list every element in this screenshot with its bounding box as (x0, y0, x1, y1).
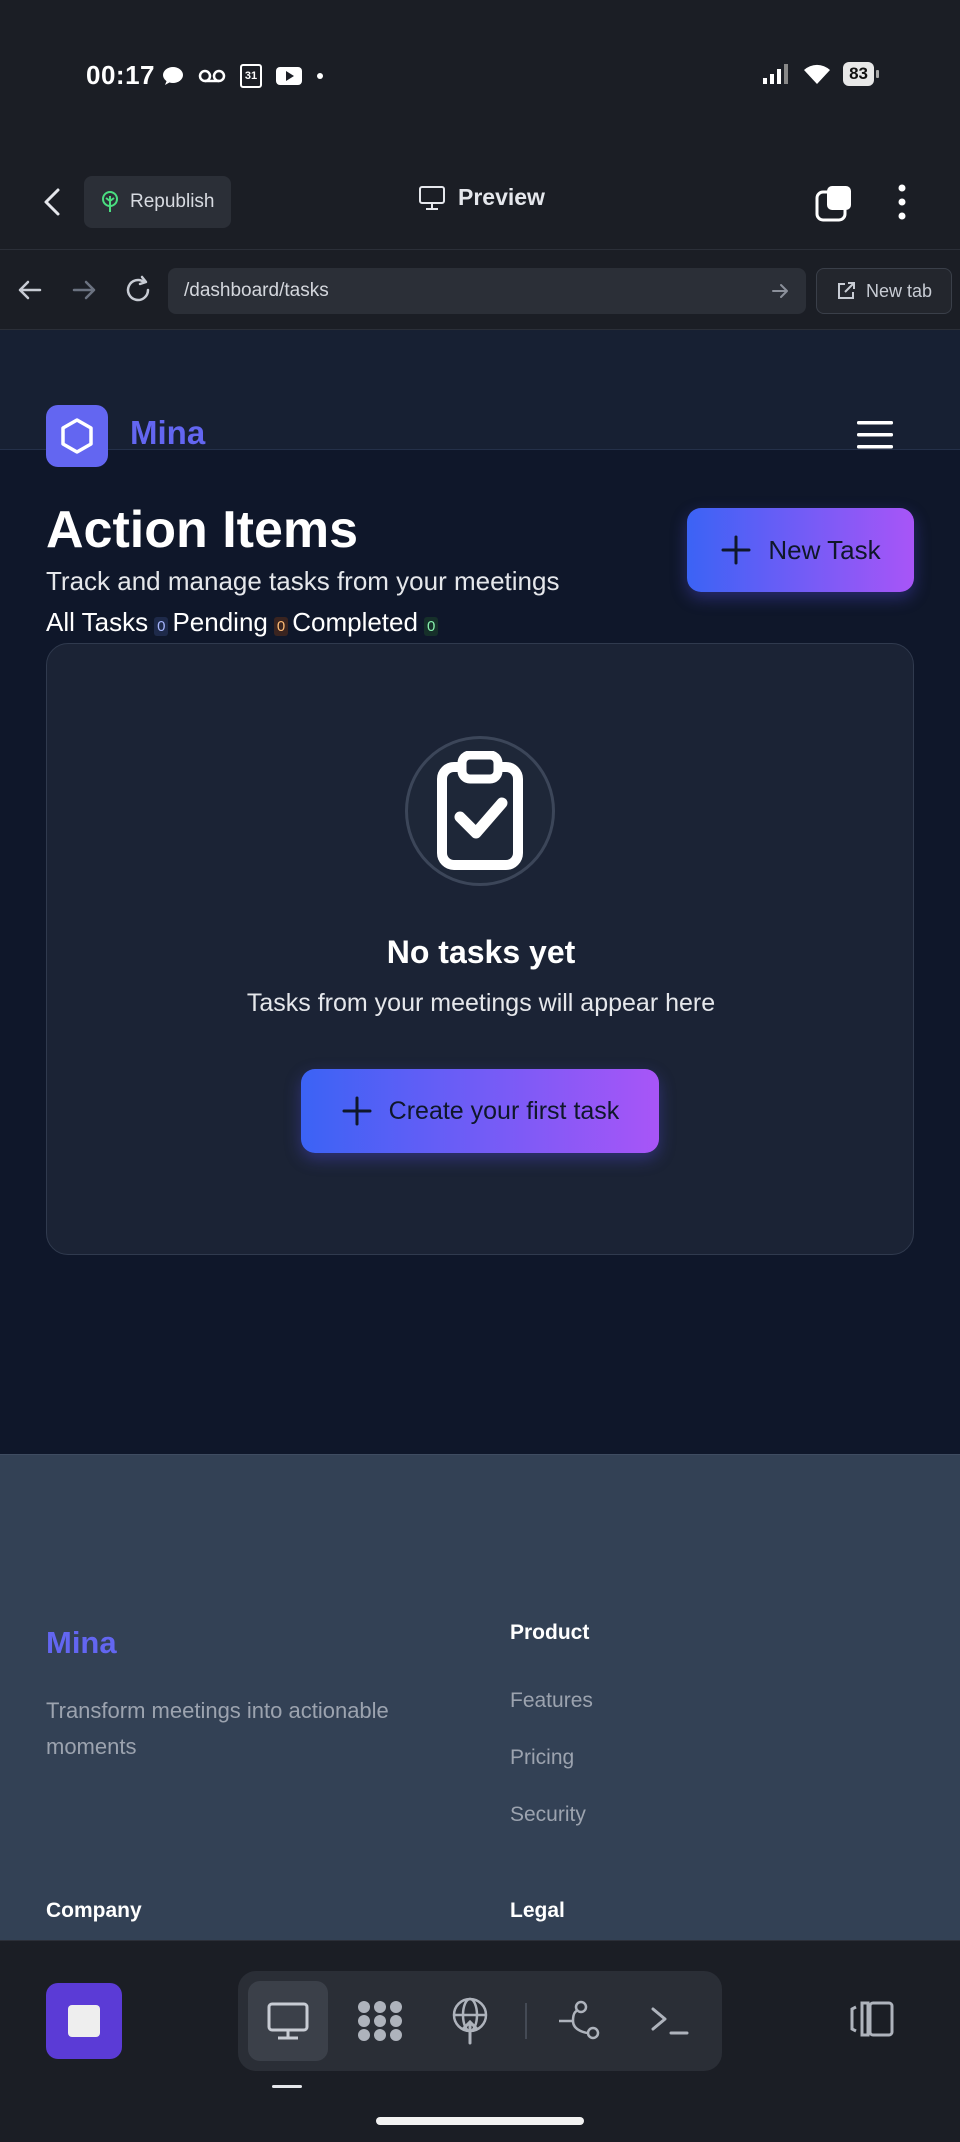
footer-heading-product: Product (510, 1621, 590, 1644)
empty-state-card: No tasks yet Tasks from your meetings wi… (46, 643, 914, 1255)
footer-link-pricing[interactable]: Pricing (510, 1746, 574, 1770)
tool-deploy[interactable] (430, 1981, 510, 2061)
browser-forward-icon[interactable] (66, 272, 102, 308)
chat-bubble-icon (163, 67, 183, 85)
dot-icon (317, 73, 323, 79)
page-title: Action Items (46, 501, 359, 559)
battery-indicator: 83 (843, 62, 879, 86)
more-options-icon[interactable] (886, 180, 918, 224)
footer-tagline: Transform meetings into actionable momen… (46, 1698, 389, 1759)
footer-heading-company: Company (46, 1899, 142, 1922)
empty-state-text: Tasks from your meetings will appear her… (246, 989, 716, 1017)
republish-button[interactable]: Republish (84, 176, 231, 228)
monitor-icon (419, 185, 445, 210)
back-arrow-icon[interactable] (38, 186, 70, 218)
side-panel-icon[interactable] (848, 1995, 896, 2043)
git-branch-icon (559, 2000, 600, 2040)
new-tab-button[interactable]: New tab (816, 268, 952, 314)
task-filters: All Tasks 0 Pending 0 Completed 0 (46, 607, 442, 638)
calendar-icon: 31 (240, 64, 262, 88)
app-bar: Republish Preview (0, 150, 960, 250)
brand-name[interactable]: Mina (130, 414, 205, 452)
bottom-toolbar (0, 1940, 960, 2142)
clipboard-check-icon (437, 751, 523, 870)
external-link-icon (837, 282, 855, 299)
stop-button[interactable] (46, 1983, 122, 2059)
footer-brand[interactable]: Mina (46, 1625, 117, 1661)
active-tool-indicator (272, 2085, 302, 2088)
plus-icon (342, 1096, 372, 1126)
count-badge: 0 (273, 617, 289, 636)
footer-link-features[interactable]: Features (510, 1689, 593, 1713)
voicemail-icon (198, 69, 226, 83)
tool-terminal[interactable] (630, 1981, 710, 2061)
tool-switcher (238, 1971, 722, 2071)
system-icons: 83 (763, 62, 879, 86)
url-bar[interactable]: /dashboard/tasks (168, 268, 806, 314)
browser-toolbar: /dashboard/tasks New tab (0, 250, 960, 330)
hamburger-menu-icon[interactable] (856, 418, 894, 452)
empty-state-title: No tasks yet (386, 934, 576, 970)
youtube-icon (276, 67, 302, 85)
signal-icon (763, 64, 789, 84)
footer-link-security[interactable]: Security (510, 1803, 586, 1827)
new-task-button[interactable]: New Task (687, 508, 914, 592)
page-subtitle: Track and manage tasks from your meeting… (46, 566, 560, 596)
tool-divider (525, 2003, 527, 2039)
tool-preview[interactable] (248, 1981, 328, 2061)
browser-back-icon[interactable] (12, 272, 48, 308)
create-first-task-button[interactable]: Create your first task (301, 1069, 659, 1153)
republish-label: Republish (130, 191, 215, 212)
tabs-icon[interactable] (814, 184, 854, 224)
wifi-icon (804, 64, 831, 84)
tool-apps[interactable] (340, 1981, 420, 2061)
site-footer: Mina Transform meetings into actionable … (0, 1454, 960, 1940)
web-preview: Mina Action Items Track and manage tasks… (0, 330, 960, 1940)
filter-completed[interactable]: Completed 0 (292, 607, 442, 638)
stop-icon (68, 2005, 100, 2037)
new-task-label: New Task (768, 534, 881, 565)
hexagon-icon (61, 418, 93, 454)
tool-git[interactable] (540, 1981, 620, 2061)
preview-title[interactable]: Preview (418, 184, 545, 211)
new-tab-label: New tab (865, 280, 933, 301)
monitor-icon (267, 2002, 309, 2040)
go-arrow-icon[interactable] (770, 281, 790, 301)
home-indicator (376, 2117, 584, 2125)
filter-pending[interactable]: Pending 0 (172, 607, 292, 638)
status-bar: 00:17 31 83 (0, 0, 960, 150)
notification-icons: 31 (162, 64, 324, 88)
reload-icon[interactable] (120, 272, 156, 308)
terminal-icon (651, 2007, 689, 2035)
logo[interactable] (46, 405, 108, 467)
count-badge: 0 (154, 617, 169, 636)
tree-icon (102, 191, 118, 212)
deploy-icon (452, 1997, 488, 2045)
clipboard-badge (405, 736, 555, 886)
count-badge: 0 (423, 617, 439, 636)
plus-icon (721, 535, 751, 565)
url-text: /dashboard/tasks (184, 280, 329, 301)
status-time: 00:17 (86, 60, 155, 90)
create-first-task-label: Create your first task (388, 1096, 620, 1125)
filter-all-tasks[interactable]: All Tasks 0 (46, 607, 172, 638)
apps-icon (358, 2001, 402, 2041)
footer-heading-legal: Legal (510, 1899, 565, 1922)
preview-label: Preview (458, 184, 545, 210)
